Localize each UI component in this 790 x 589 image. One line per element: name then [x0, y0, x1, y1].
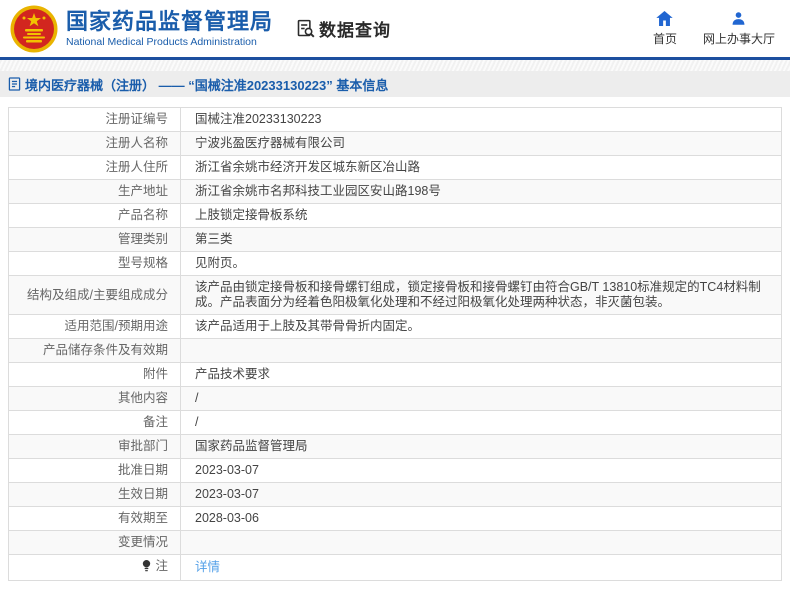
user-icon	[731, 11, 746, 26]
row-value: 上肢锁定接骨板系统	[180, 203, 782, 228]
row-value: 该产品由锁定接骨板和接骨螺钉组成，锁定接骨板和接骨螺钉由符合GB/T 13810…	[180, 275, 782, 315]
row-label: 管理类别	[8, 227, 181, 252]
row-label: 附件	[8, 362, 181, 387]
row-value: 国家药品监督管理局	[180, 434, 782, 459]
table-row: 附件 产品技术要求	[8, 362, 782, 387]
table-row: 管理类别 第三类	[8, 227, 782, 252]
breadcrumb-text: 境内医疗器械（注册） —— “国械注准20233130223” 基本信息	[25, 77, 389, 93]
row-label: 产品名称	[8, 203, 181, 228]
registration-info-table: 注册证编号 国械注准20233130223 注册人名称 宁波兆盈医疗器械有限公司 注册人…	[8, 107, 782, 581]
row-label: 批准日期	[8, 458, 181, 483]
row-label: 生产地址	[8, 179, 181, 204]
row-label: 变更情况	[8, 530, 181, 555]
data-query-title: 数据查询	[295, 16, 391, 41]
table-row: 有效期至 2028-03-06	[8, 506, 782, 531]
table-row: 产品储存条件及有效期	[8, 338, 782, 363]
breadcrumb: 境内医疗器械（注册） —— “国械注准20233130223” 基本信息	[0, 71, 790, 97]
row-value	[180, 530, 782, 555]
nav-service-hall-label: 网上办事大厅	[702, 31, 775, 46]
data-query-label: 数据查询	[319, 21, 392, 40]
nav-home-label: 首页	[652, 31, 677, 46]
row-label: 其他内容	[8, 386, 181, 411]
table-row: 生产地址 浙江省余姚市名邦科技工业园区安山路198号	[8, 179, 782, 204]
bulb-icon	[141, 559, 152, 576]
row-value: 浙江省余姚市名邦科技工业园区安山路198号	[180, 179, 782, 204]
row-label: 适用范围/预期用途	[8, 314, 181, 339]
table-row: 生效日期 2023-03-07	[8, 482, 782, 507]
table-row: 注册证编号 国械注准20233130223	[8, 107, 782, 132]
row-value: 产品技术要求	[180, 362, 782, 387]
table-row: 审批部门 国家药品监督管理局	[8, 434, 782, 459]
stripe-band	[0, 60, 790, 71]
row-label: 注	[8, 554, 181, 581]
row-value: 国械注准20233130223	[180, 107, 782, 132]
table-row: 结构及组成/主要组成成分 该产品由锁定接骨板和接骨螺钉组成，锁定接骨板和接骨螺钉由…	[8, 275, 782, 315]
table-row: 适用范围/预期用途 该产品适用于上肢及其带骨骨折内固定。	[8, 314, 782, 339]
row-label: 注册人名称	[8, 131, 181, 156]
table-row: 注册人住所 浙江省余姚市经济开发区城东新区冶山路	[8, 155, 782, 180]
row-value: 见附页。	[180, 251, 782, 276]
row-label: 审批部门	[8, 434, 181, 459]
row-label: 生效日期	[8, 482, 181, 507]
table-row: 变更情况	[8, 530, 782, 555]
nmpa-logo: 国家药品监督管理局 National Medical Products Admi…	[10, 5, 273, 53]
row-value: 宁波兆盈医疗器械有限公司	[180, 131, 782, 156]
logo-text: 国家药品监督管理局 National Medical Products Admi…	[66, 9, 273, 49]
row-value: 第三类	[180, 227, 782, 252]
table-row: 注册人名称 宁波兆盈医疗器械有限公司	[8, 131, 782, 156]
table-row: 型号规格 见附页。	[8, 251, 782, 276]
row-value: /	[180, 386, 782, 411]
table-row: 备注 /	[8, 410, 782, 435]
national-emblem-icon	[10, 5, 58, 53]
table-row: 产品名称 上肢锁定接骨板系统	[8, 203, 782, 228]
row-value: 浙江省余姚市经济开发区城东新区冶山路	[180, 155, 782, 180]
nav-service-hall[interactable]: 网上办事大厅	[703, 11, 775, 47]
row-label: 有效期至	[8, 506, 181, 531]
table-row: 注详情	[8, 554, 782, 581]
row-label: 备注	[8, 410, 181, 435]
row-label: 型号规格	[8, 251, 181, 276]
table-row: 批准日期 2023-03-07	[8, 458, 782, 483]
row-value: 该产品适用于上肢及其带骨骨折内固定。	[180, 314, 782, 339]
table-row: 其他内容 /	[8, 386, 782, 411]
nav-home[interactable]: 首页	[652, 10, 677, 47]
document-search-icon	[295, 18, 316, 39]
row-label: 结构及组成/主要组成成分	[8, 275, 181, 315]
row-value: 2023-03-07	[180, 482, 782, 507]
site-header: 国家药品监督管理局 National Medical Products Admi…	[0, 0, 790, 60]
row-value: 详情	[180, 554, 782, 581]
row-label: 注册证编号	[8, 107, 181, 132]
org-name-cn: 国家药品监督管理局	[66, 8, 274, 34]
row-value: 2023-03-07	[180, 458, 782, 483]
row-label: 产品储存条件及有效期	[8, 338, 181, 363]
document-icon	[8, 77, 21, 91]
detail-link[interactable]: 详情	[195, 560, 220, 574]
org-name-en: National Medical Products Administration	[66, 35, 257, 48]
header-nav: 首页 网上办事大厅	[652, 10, 775, 47]
home-icon	[656, 10, 674, 26]
row-value: 2028-03-06	[180, 506, 782, 531]
row-value	[180, 338, 782, 363]
row-value: /	[180, 410, 782, 435]
row-label: 注册人住所	[8, 155, 181, 180]
